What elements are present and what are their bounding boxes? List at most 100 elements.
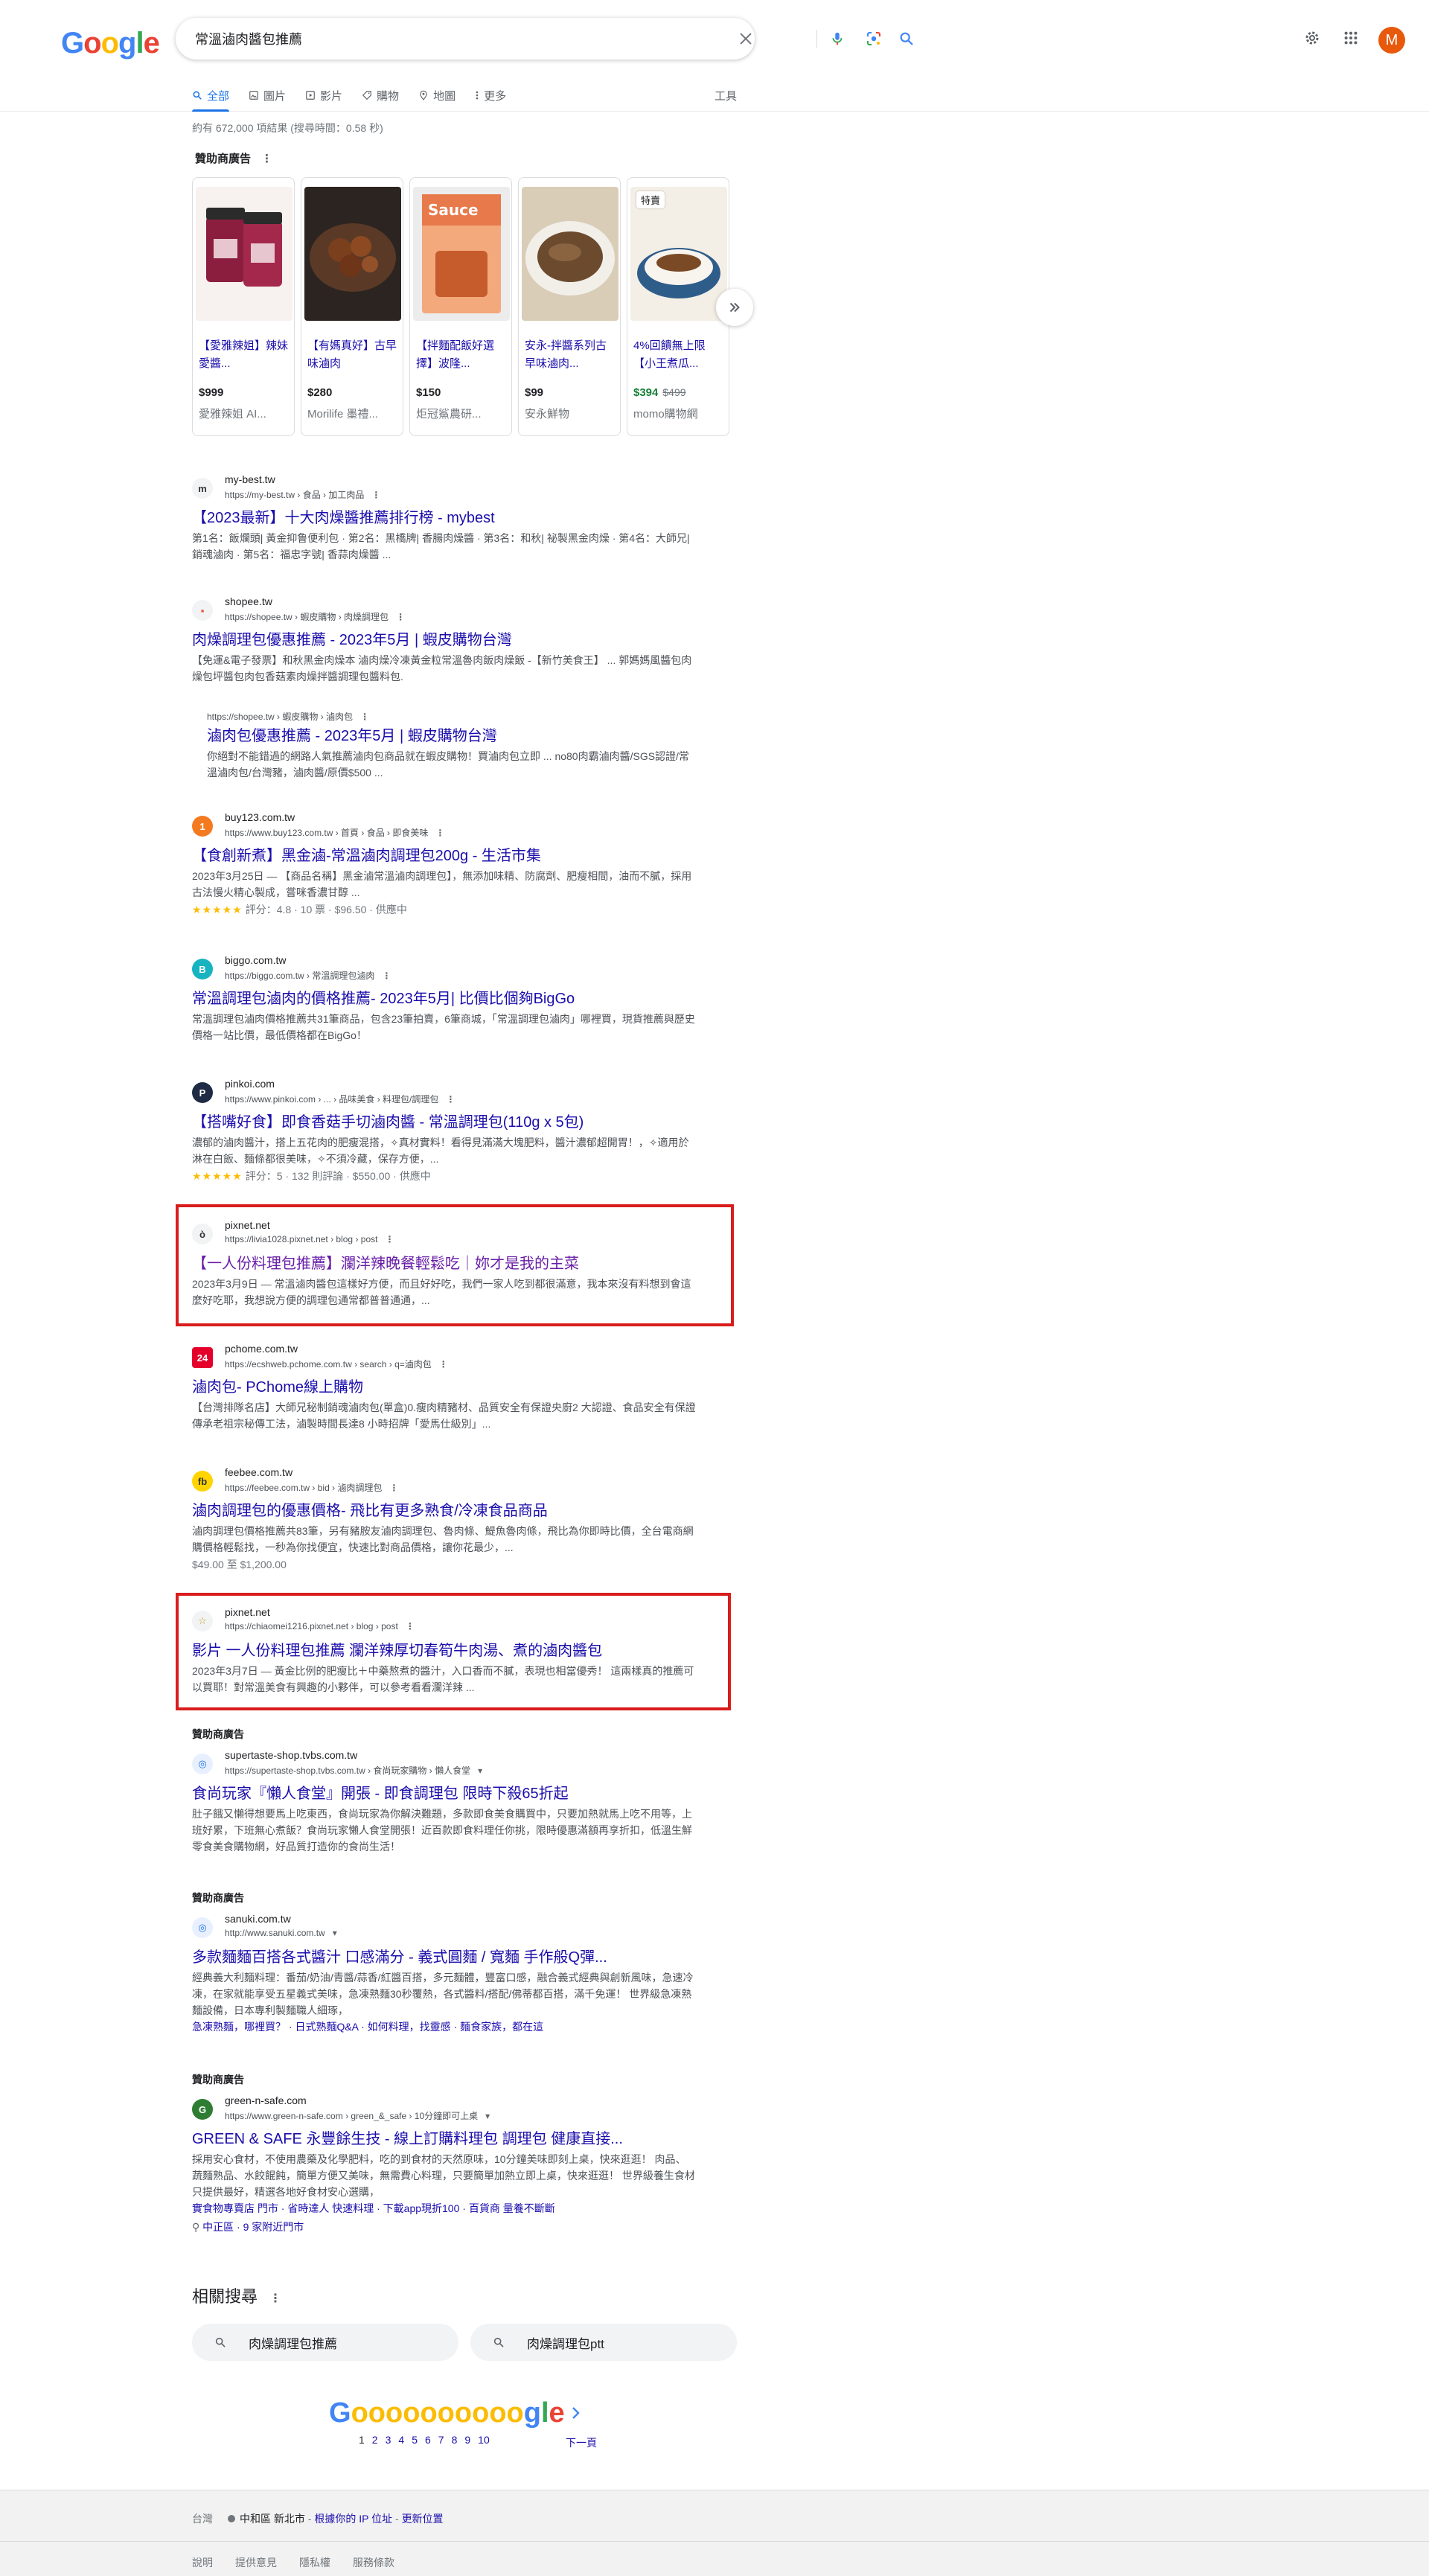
- search-icon: [493, 2336, 505, 2348]
- product-card[interactable]: 特賣 4%回饋無上限【小王煮瓜... $394 $499 momo購物網: [627, 177, 729, 436]
- footer-link-help[interactable]: 說明: [192, 2557, 213, 2569]
- tab-label: 全部: [207, 89, 230, 103]
- more-vert-icon[interactable]: ⋮: [389, 1483, 398, 1493]
- footer: 台灣 中和區 新北市 - 根據你的 IP 位址 - 更新位置 說明 提供意見 隱私權服…: [0, 2490, 1429, 2576]
- result-title-link[interactable]: 常溫調理包滷肉的價格推薦- 2023年5月| 比價比個夠BigGo: [192, 988, 698, 1009]
- video-icon: [305, 90, 316, 100]
- site-name: buy123.com.tw: [225, 811, 295, 823]
- globe-icon: ◎: [192, 1754, 213, 1774]
- chevron-right-icon[interactable]: [570, 2406, 582, 2424]
- result-title-link[interactable]: 肉燥調理包優惠推薦 - 2023年5月 | 蝦皮購物台灣: [192, 630, 698, 651]
- more-vert-icon[interactable]: ⋮: [435, 828, 444, 838]
- more-vert-icon[interactable]: ⋮: [382, 971, 391, 981]
- ad-sitelinks[interactable]: 實食物專賣店 門市 · 省時達人 快速料理 · 下載app現折100 · 百貨商…: [192, 2200, 698, 2217]
- result-title-link[interactable]: 【一人份料理包推薦】瀾洋辣晚餐輕鬆吃｜妳才是我的主菜: [192, 1253, 698, 1274]
- page-number[interactable]: 10: [478, 2434, 490, 2446]
- site-name: biggo.com.tw: [225, 954, 287, 966]
- result-title-link[interactable]: 滷肉調理包的優惠價格- 飛比有更多熟食/冷凍食品商品: [192, 1500, 698, 1521]
- avatar[interactable]: M: [1378, 27, 1405, 54]
- ad-title-link[interactable]: 多款麵麵百搭各式醬汁 口感滿分 - 義式圓麵 / 寬麵 手作般Q彈...: [192, 1947, 698, 1968]
- site-url: https://chiaomei1216.pixnet.net › blog ›…: [225, 1621, 415, 1631]
- product-card[interactable]: 【有媽真好】古早味滷肉 $280 Morilife 墨禮...: [301, 177, 403, 436]
- more-vert-icon[interactable]: ⋮: [261, 153, 272, 165]
- tab-maps[interactable]: 地圖: [418, 80, 455, 110]
- settings-icon[interactable]: [1301, 27, 1323, 49]
- tab-videos[interactable]: 影片: [305, 80, 342, 110]
- product-merchant: 炬冠鯊農研...: [416, 408, 482, 421]
- camera-lens-icon[interactable]: [863, 28, 884, 49]
- page-number[interactable]: 4: [398, 2434, 404, 2446]
- result-title-link[interactable]: 影片 一人份料理包推薦 瀾洋辣厚切春筍牛肉湯、煮的滷肉醬包: [192, 1640, 698, 1661]
- caret-down-icon[interactable]: ▾: [333, 1928, 337, 1938]
- site-name: pixnet.net: [225, 1219, 270, 1231]
- page-number[interactable]: 6: [425, 2434, 431, 2446]
- ip-location-link[interactable]: 根據你的 IP 位址: [314, 2513, 392, 2525]
- apps-grid-icon[interactable]: [1340, 27, 1362, 49]
- footer-link-privacy[interactable]: 隱私權: [299, 2557, 330, 2569]
- related-search-label: 肉燥調理包ptt: [527, 2336, 604, 2351]
- result-title-link[interactable]: 滷肉包- PChome線上購物: [192, 1377, 698, 1398]
- search-result: P pinkoi.com https://www.pinkoi.com › ..…: [192, 1076, 698, 1183]
- sponsored-label: 贊助商廣告 ⋮: [195, 153, 273, 165]
- page-number[interactable]: 2: [372, 2434, 378, 2446]
- logo-letter: g: [118, 27, 136, 60]
- search-input[interactable]: [194, 18, 610, 60]
- search-box: [176, 18, 913, 60]
- search-sub-result: https://shopee.tw › 蝦皮購物 › 滷肉包 ⋮ 滷肉包優惠推薦 …: [207, 710, 698, 781]
- more-vert-icon[interactable]: ⋮: [396, 612, 405, 622]
- related-search-chip[interactable]: 肉燥調理包推薦: [192, 2324, 458, 2361]
- tools-button[interactable]: 工具: [714, 88, 737, 103]
- page-number[interactable]: 9: [464, 2434, 470, 2446]
- next-page-link[interactable]: 下一頁: [566, 2435, 597, 2450]
- result-title-link[interactable]: 【食創新煮】黑金滷-常溫滷肉調理包200g - 生活市集: [192, 846, 698, 866]
- pinkoi-icon: P: [192, 1082, 213, 1103]
- caret-down-icon[interactable]: ▾: [485, 2111, 490, 2121]
- site-url: https://ecshweb.pchome.com.tw › search ›…: [225, 1359, 448, 1370]
- sponsored-label: 贊助商廣告: [192, 1728, 244, 1740]
- product-card[interactable]: 【愛雅辣姐】辣妹愛醬... $999 愛雅辣姐 AI...: [192, 177, 295, 436]
- page-number[interactable]: 5: [412, 2434, 418, 2446]
- footer-country: 台灣: [192, 2513, 213, 2525]
- ad-sitelinks[interactable]: 急凍熟麵，哪裡買？ · 日式熟麵Q&A · 如何料理，找靈感 · 麵食家族，都在…: [192, 2019, 698, 2035]
- result-title-link[interactable]: 【2023最新】十大肉燥醬推薦排行榜 - mybest: [192, 508, 698, 528]
- search-result: m my-best.tw https://my-best.tw › 食品 › 加…: [192, 472, 698, 563]
- microphone-icon[interactable]: [827, 28, 848, 49]
- result-snippet: 2023年3月9日 — 常溫滷肉醬包這樣好方便，而且好好吃，我們一家人吃到都很滿…: [192, 1278, 691, 1306]
- tab-all[interactable]: 全部: [192, 80, 230, 112]
- ad-location[interactable]: ⚲ 中正區 · 9 家附近門市: [192, 2219, 698, 2234]
- ad-title-link[interactable]: 食尚玩家『懶人食堂』開張 - 即食調理包 限時下殺65折起: [192, 1783, 698, 1804]
- tab-shopping[interactable]: 購物: [362, 80, 399, 110]
- search-icon[interactable]: [896, 28, 917, 49]
- more-vert-icon[interactable]: ⋮: [406, 1621, 415, 1631]
- related-search-chip[interactable]: 肉燥調理包ptt: [470, 2324, 737, 2361]
- more-vert-icon[interactable]: ⋮: [371, 490, 380, 500]
- page-number[interactable]: 3: [386, 2434, 391, 2446]
- caret-down-icon[interactable]: ▾: [478, 1765, 482, 1776]
- more-vert-icon[interactable]: ⋮: [385, 1234, 394, 1244]
- result-title-link[interactable]: 【搭嘴好食】即食香菇手切滷肉醬 - 常溫調理包(110g x 5包): [192, 1112, 698, 1133]
- carousel-next-button[interactable]: [716, 289, 753, 326]
- more-vert-icon[interactable]: ⋮: [360, 712, 369, 722]
- more-vert-icon[interactable]: ⋮: [269, 2292, 281, 2305]
- footer-link-feedback[interactable]: 提供意見: [235, 2557, 277, 2569]
- more-vert-icon[interactable]: ⋮: [446, 1094, 455, 1105]
- site-url: https://my-best.tw › 食品 › 加工肉品 ⋮: [225, 490, 381, 500]
- product-card[interactable]: Sauce 【拌麵配飯好選擇】波隆... $150 炬冠鯊農研...: [409, 177, 512, 436]
- page-number[interactable]: 8: [452, 2434, 458, 2446]
- product-card[interactable]: 安永-拌醬系列古早味滷肉... $99 安永鮮物: [518, 177, 621, 436]
- result-title-link[interactable]: 滷肉包優惠推薦 - 2023年5月 | 蝦皮購物台灣: [207, 726, 698, 747]
- tab-label: 地圖: [433, 89, 456, 103]
- google-logo[interactable]: Google: [61, 25, 160, 61]
- footer-link-terms[interactable]: 服務條款: [353, 2557, 394, 2569]
- product-badge: 特賣: [636, 191, 665, 208]
- svg-text:Sauce: Sauce: [428, 201, 479, 219]
- more-vert-icon[interactable]: ⋮: [439, 1359, 448, 1370]
- ad-title-link[interactable]: GREEN & SAFE 永豐餘生技 - 線上訂購料理包 調理包 健康直接...: [192, 2129, 698, 2150]
- page-number[interactable]: 7: [438, 2434, 444, 2446]
- clear-icon[interactable]: [735, 28, 756, 49]
- product-old-price: $499: [662, 386, 686, 398]
- tab-images[interactable]: 圖片: [249, 80, 286, 110]
- tab-more[interactable]: 更多: [475, 80, 506, 110]
- biggo-icon: B: [192, 959, 213, 979]
- update-location-link[interactable]: 更新位置: [402, 2513, 444, 2525]
